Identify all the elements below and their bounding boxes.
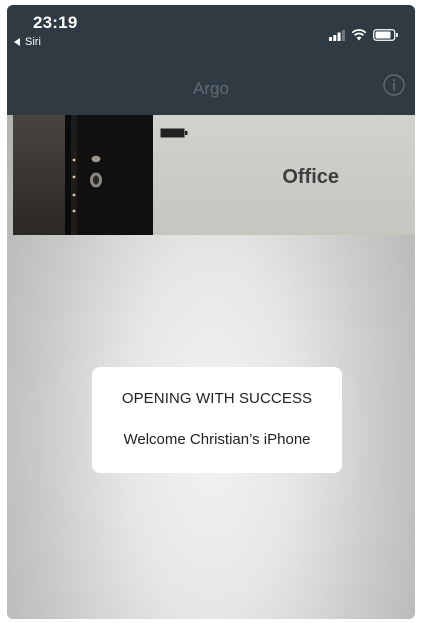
opening-success-toast: OPENING WITH SUCCESS Welcome Christian’s…: [92, 367, 342, 473]
signal-icon: [329, 29, 345, 41]
back-to-siri-link[interactable]: Siri: [14, 36, 41, 48]
toast-message: Welcome Christian’s iPhone: [123, 431, 311, 448]
status-bar: 23:19 Siri: [7, 5, 415, 51]
nav-title: Argo: [193, 79, 229, 98]
battery-icon: [373, 29, 398, 41]
status-icons: [329, 29, 399, 41]
back-app-label: Siri: [25, 36, 41, 48]
door-thumbnail-image: [13, 115, 153, 235]
door-list-item[interactable]: Office: [13, 115, 415, 235]
door-battery-icon: [160, 128, 188, 138]
status-time: 23:19: [33, 13, 78, 32]
door-name: Office: [153, 166, 415, 189]
wifi-icon: [351, 29, 367, 41]
door-name-label: Office: [282, 166, 339, 188]
info-icon[interactable]: [383, 74, 405, 96]
navigation-bar: Argo: [7, 51, 415, 115]
toast-title: OPENING WITH SUCCESS: [121, 390, 313, 407]
phone-screen: 23:19 Siri Argo Office OPENING WITH SUCC…: [7, 5, 415, 619]
back-arrow-icon: [14, 38, 20, 46]
